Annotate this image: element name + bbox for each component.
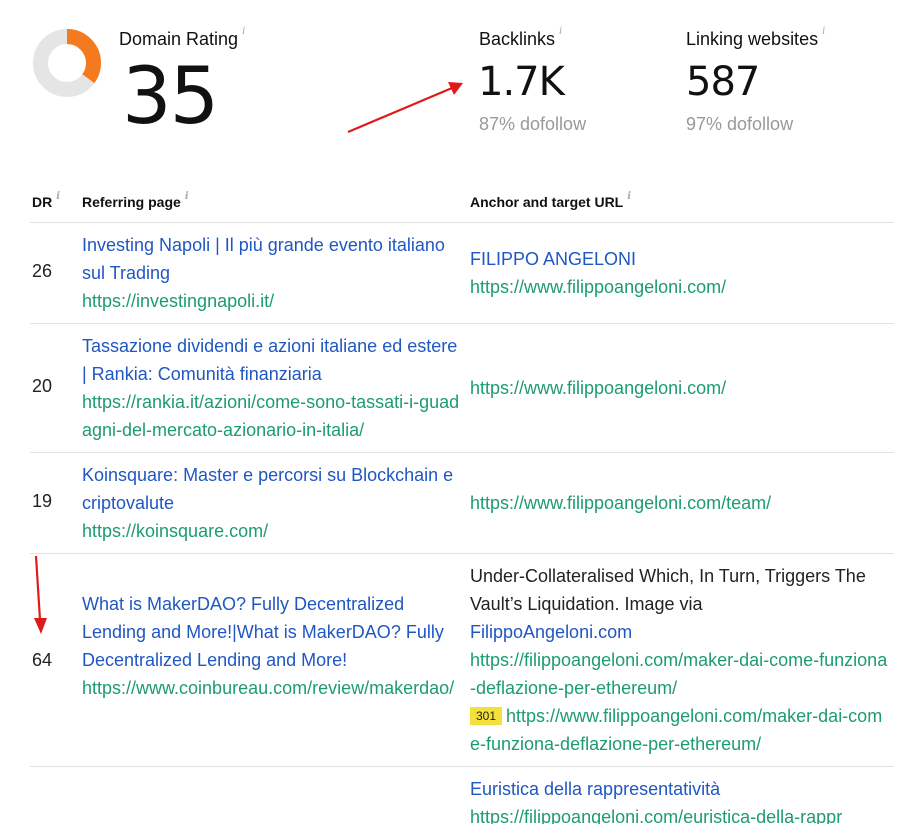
redirect-url-link[interactable]: https://www.filippoangeloni.com/maker-da… [470,706,882,754]
redirect-line: 301 https://www.filippoangeloni.com/maker… [470,702,890,758]
target-url-link[interactable]: https://filippoangeloni.com/maker-dai-co… [470,646,890,702]
table-row: 64 What is MakerDAO? Fully Decentralized… [0,554,912,766]
anchor-text-link[interactable]: FILIPPO ANGELONI [470,245,890,273]
backlinks-info-icon[interactable]: i [559,26,562,37]
anchor-cell: Euristica della rappresentatività https:… [470,775,890,824]
referring-page-url-link[interactable]: https://investingnapoli.it/ [82,287,460,315]
anchor-text-link[interactable]: FilippoAngeloni.com [470,618,890,646]
dr-value: 20 [32,376,53,396]
referring-page-info-icon[interactable]: i [185,191,189,202]
anchor-cell: https://www.filippoangeloni.com/team/ [470,489,890,517]
referring-page-url-link[interactable]: https://koinsquare.com/ [82,517,460,545]
anchor-cell: Under-Collateralised Which, In Turn, Tri… [470,562,890,758]
column-header-dr[interactable]: DR i [32,191,60,210]
anchor-info-icon[interactable]: i [627,191,631,202]
linking-websites-value[interactable]: 587 [686,59,760,105]
table-row: 26 Investing Napoli | Il più grande even… [0,223,912,323]
linking-websites-dofollow: 97% dofollow [686,114,794,134]
anchor-cell: FILIPPO ANGELONI https://www.filippoange… [470,245,890,301]
anchor-context-text: Under-Collateralised Which, In Turn, Tri… [470,566,866,614]
domain-rating-label: Domain Rating i [119,26,246,49]
domain-rating-value: 35 [122,52,219,142]
referring-page-title-link[interactable]: Tassazione dividendi e azioni italiane e… [82,332,460,388]
referring-page-cell: Koinsquare: Master e percorsi su Blockch… [82,461,460,545]
backlinks-dofollow: 87% dofollow [479,114,587,134]
target-url-link[interactable]: https://filippoangeloni.com/euristica-de… [470,803,890,824]
referring-page-title-link[interactable]: What is MakerDAO? Fully Decentralized Le… [82,590,460,674]
domain-rating-info-icon[interactable]: i [242,26,245,37]
backlinks-label: Backlinks i [479,26,563,49]
target-url-link[interactable]: https://www.filippoangeloni.com/ [470,374,890,402]
dr-info-icon[interactable]: i [56,191,60,202]
linking-websites-label: Linking websites i [686,26,826,49]
linking-websites-info-icon[interactable]: i [822,26,825,37]
dr-value: 64 [32,650,53,670]
table-row: 20 Tassazione dividendi e azioni italian… [0,324,912,452]
referring-page-cell: Investing Napoli | Il più grande evento … [82,231,460,315]
target-url-link[interactable]: https://www.filippoangeloni.com/team/ [470,489,890,517]
referring-page-url-link[interactable]: https://www.coinbureau.com/review/makerd… [82,674,460,702]
referring-page-title-link[interactable]: Investing Napoli | Il più grande evento … [82,231,460,287]
target-url-link[interactable]: https://www.filippoangeloni.com/ [470,273,890,301]
table-row: 19 Koinsquare: Master e percorsi su Bloc… [0,453,912,553]
dr-value: 19 [32,491,53,511]
column-header-anchor[interactable]: Anchor and target URL i [470,191,631,210]
dr-value: 26 [32,261,53,281]
arrow-to-backlinks-icon [347,82,463,134]
referring-page-title-link[interactable]: Koinsquare: Master e percorsi su Blockch… [82,461,460,517]
referring-page-cell: What is MakerDAO? Fully Decentralized Le… [82,590,460,702]
anchor-cell: https://www.filippoangeloni.com/ [470,374,890,402]
table-row: Euristica della rappresentatività https:… [0,767,912,824]
column-header-referring-page[interactable]: Referring page i [82,191,189,210]
referring-page-url-link[interactable]: https://rankia.it/azioni/come-sono-tassa… [82,388,460,444]
referring-page-cell: Tassazione dividendi e azioni italiane e… [82,332,460,444]
redirect-badge: 301 [470,707,503,725]
anchor-text-link[interactable]: Euristica della rappresentatività [470,775,890,803]
domain-rating-donut-icon [33,29,101,97]
backlinks-value[interactable]: 1.7K [478,59,565,105]
